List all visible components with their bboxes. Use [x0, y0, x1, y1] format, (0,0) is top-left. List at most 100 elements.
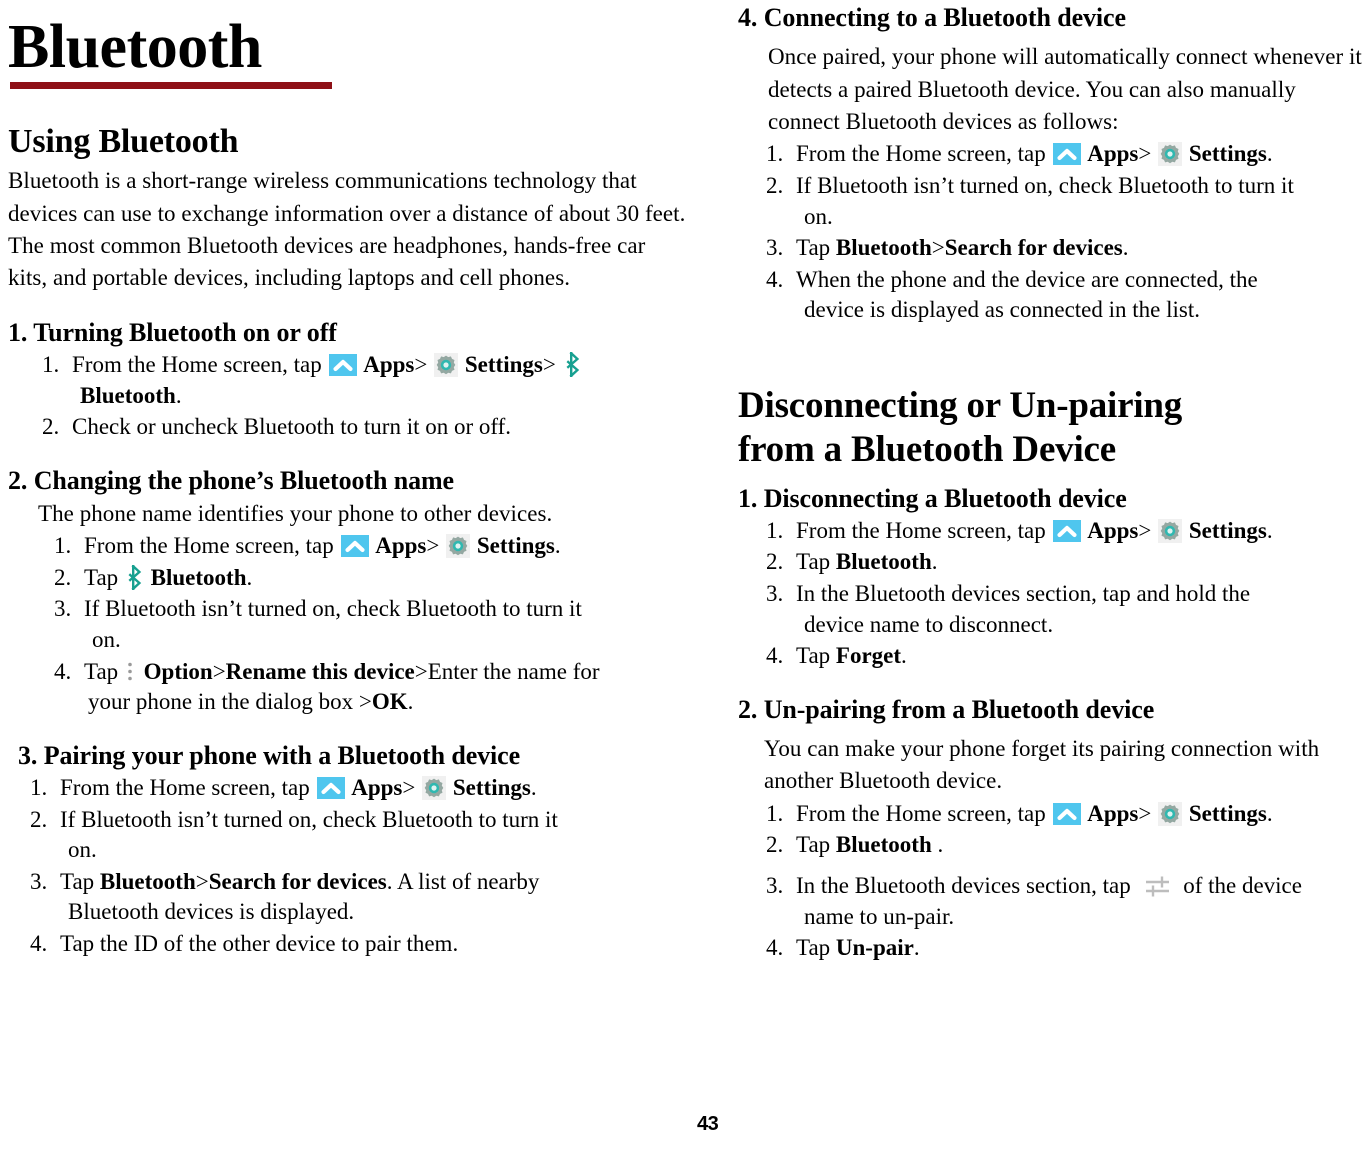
bluetooth-label: Bluetooth — [835, 832, 932, 858]
period: . — [1266, 517, 1273, 543]
step-number: 2. — [766, 549, 784, 575]
step-text: . A list of nearby — [386, 868, 540, 894]
step-item: 2. If Bluetooth isn’t turned on, check B… — [766, 171, 1365, 232]
step-continuation: device is displayed as connected in the … — [804, 297, 1200, 323]
step-number: 3. — [766, 581, 784, 607]
paragraph-connecting-lead: Once paired, your phone will automatical… — [768, 44, 1362, 135]
separator: > — [426, 533, 440, 559]
step-number: 3. — [30, 868, 48, 894]
step-continuation: your phone in the dialog box >OK. — [84, 687, 686, 718]
search-for-devices-label: Search for devices — [208, 868, 387, 894]
title-underline-rule — [10, 82, 332, 89]
step-number: 1. — [766, 517, 784, 543]
step-item: 2. Check or uncheck Bluetooth to turn it… — [42, 412, 686, 443]
apps-icon[interactable] — [1053, 802, 1082, 825]
unpair-label: Un-pair — [835, 935, 914, 961]
step-number: 4. — [30, 930, 48, 956]
step-item: 4. When the phone and the device are con… — [766, 265, 1365, 326]
heading-turning-bluetooth-on-off: 1. Turning Bluetooth on or off — [8, 317, 337, 347]
step-item: 3. Tap Bluetooth>Search for devices. A l… — [30, 867, 686, 928]
separator: > — [414, 658, 428, 684]
bluetooth-label: Bluetooth — [99, 868, 196, 894]
separator: > — [212, 658, 226, 684]
step-continuation: on. — [804, 203, 833, 229]
steps-pairing: 1. From the Home screen, tap Apps> Setti… — [30, 773, 686, 959]
step-number: 4. — [766, 266, 784, 292]
step-item: 2. Tap Bluetooth. — [766, 547, 1365, 578]
steps-turning-on-off: 1. From the Home screen, tap Apps> Setti… — [42, 350, 686, 443]
step-number: 2. — [766, 173, 784, 199]
step-text: Tap — [796, 832, 831, 858]
step-number: 1. — [766, 800, 784, 826]
step-text: From the Home screen, tap — [84, 533, 334, 559]
step-item: 2. If Bluetooth isn’t turned on, check B… — [30, 805, 686, 866]
period: . — [175, 382, 182, 408]
settings-gear-icon[interactable] — [1158, 518, 1183, 543]
step-number: 3. — [766, 872, 784, 898]
step-text: From the Home screen, tap — [72, 351, 322, 377]
step-item: 1. From the Home screen, tap Apps> Setti… — [30, 773, 686, 804]
separator: > — [542, 351, 556, 377]
rename-this-device-label: Rename this device — [225, 658, 415, 684]
apps-icon[interactable] — [341, 535, 370, 558]
apps-icon[interactable] — [1053, 519, 1082, 542]
option-label: Option — [143, 658, 213, 684]
heading-pairing-phone: 3. Pairing your phone with a Bluetooth d… — [18, 740, 521, 770]
period: . — [1122, 235, 1129, 261]
settings-gear-icon[interactable] — [1158, 801, 1183, 826]
separator: > — [414, 351, 428, 377]
step-continuation: device name to disconnect. — [804, 611, 1054, 637]
settings-gear-icon[interactable] — [434, 352, 459, 377]
paragraph-bluetooth-intro: Bluetooth is a short-range wireless comm… — [8, 168, 686, 291]
heading-disconnect-unpair-block: Disconnecting or Un-pairing from a Bluet… — [738, 384, 1365, 473]
kebab-menu-icon[interactable] — [126, 661, 134, 683]
period: . — [1266, 141, 1273, 167]
bluetooth-icon[interactable] — [564, 351, 581, 377]
page-title-block: Bluetooth — [8, 8, 686, 89]
step-text: From the Home screen, tap — [796, 517, 1046, 543]
step-item: 3. If Bluetooth isn’t turned on, check B… — [54, 594, 686, 655]
step-number: 3. — [766, 235, 784, 261]
step-item: 4. Tap Option>Rename this device>Enter t… — [54, 657, 686, 718]
forget-label: Forget — [835, 643, 902, 669]
step-number: 4. — [766, 935, 784, 961]
separator: > — [195, 868, 209, 894]
step-text: Tap the ID of the other device to pair t… — [60, 930, 459, 956]
apps-icon[interactable] — [329, 353, 358, 376]
ok-label: OK — [371, 689, 408, 715]
apps-icon[interactable] — [1053, 143, 1082, 166]
step-item: 1. From the Home screen, tap Apps> Setti… — [766, 139, 1365, 170]
period: . — [931, 549, 938, 575]
settings-gear-icon[interactable] — [446, 534, 471, 559]
settings-gear-icon[interactable] — [1158, 142, 1183, 167]
step-text: Tap — [796, 549, 831, 575]
step-item: 3. In the Bluetooth devices section, tap… — [766, 579, 1365, 640]
step-text: Tap — [84, 658, 119, 684]
apps-label: Apps — [363, 351, 415, 377]
step-text: Tap — [796, 935, 831, 961]
step-number: 2. — [42, 414, 60, 440]
step-item: 2. Tap Bluetooth . — [766, 830, 1365, 861]
step-continuation: on. — [68, 837, 97, 863]
bluetooth-label: Bluetooth — [80, 382, 176, 408]
step-text: Tap — [60, 868, 95, 894]
settings-label: Settings — [464, 351, 543, 377]
separator: > — [931, 235, 945, 261]
sliders-settings-icon[interactable] — [1144, 873, 1171, 900]
bluetooth-icon[interactable] — [126, 564, 143, 590]
settings-label: Settings — [452, 774, 531, 800]
paragraph-unpairing-lead: You can make your phone forget its pairi… — [764, 735, 1320, 794]
step-continuation: Bluetooth devices is displayed. — [68, 899, 355, 925]
page-number: 43 — [697, 1113, 719, 1135]
step-item: 1. From the Home screen, tap Apps> Setti… — [766, 799, 1365, 830]
step-number: 1. — [766, 141, 784, 167]
step-continuation: on. — [92, 627, 121, 653]
settings-gear-icon[interactable] — [422, 775, 447, 800]
step-text: Tap — [84, 564, 119, 590]
step-item: 3. In the Bluetooth devices section, tap… — [766, 871, 1365, 932]
step-continuation: name to un-pair. — [804, 903, 955, 929]
settings-label: Settings — [1188, 800, 1267, 826]
search-for-devices-label: Search for devices — [944, 235, 1123, 261]
period: . — [554, 533, 561, 559]
apps-icon[interactable] — [317, 776, 346, 799]
